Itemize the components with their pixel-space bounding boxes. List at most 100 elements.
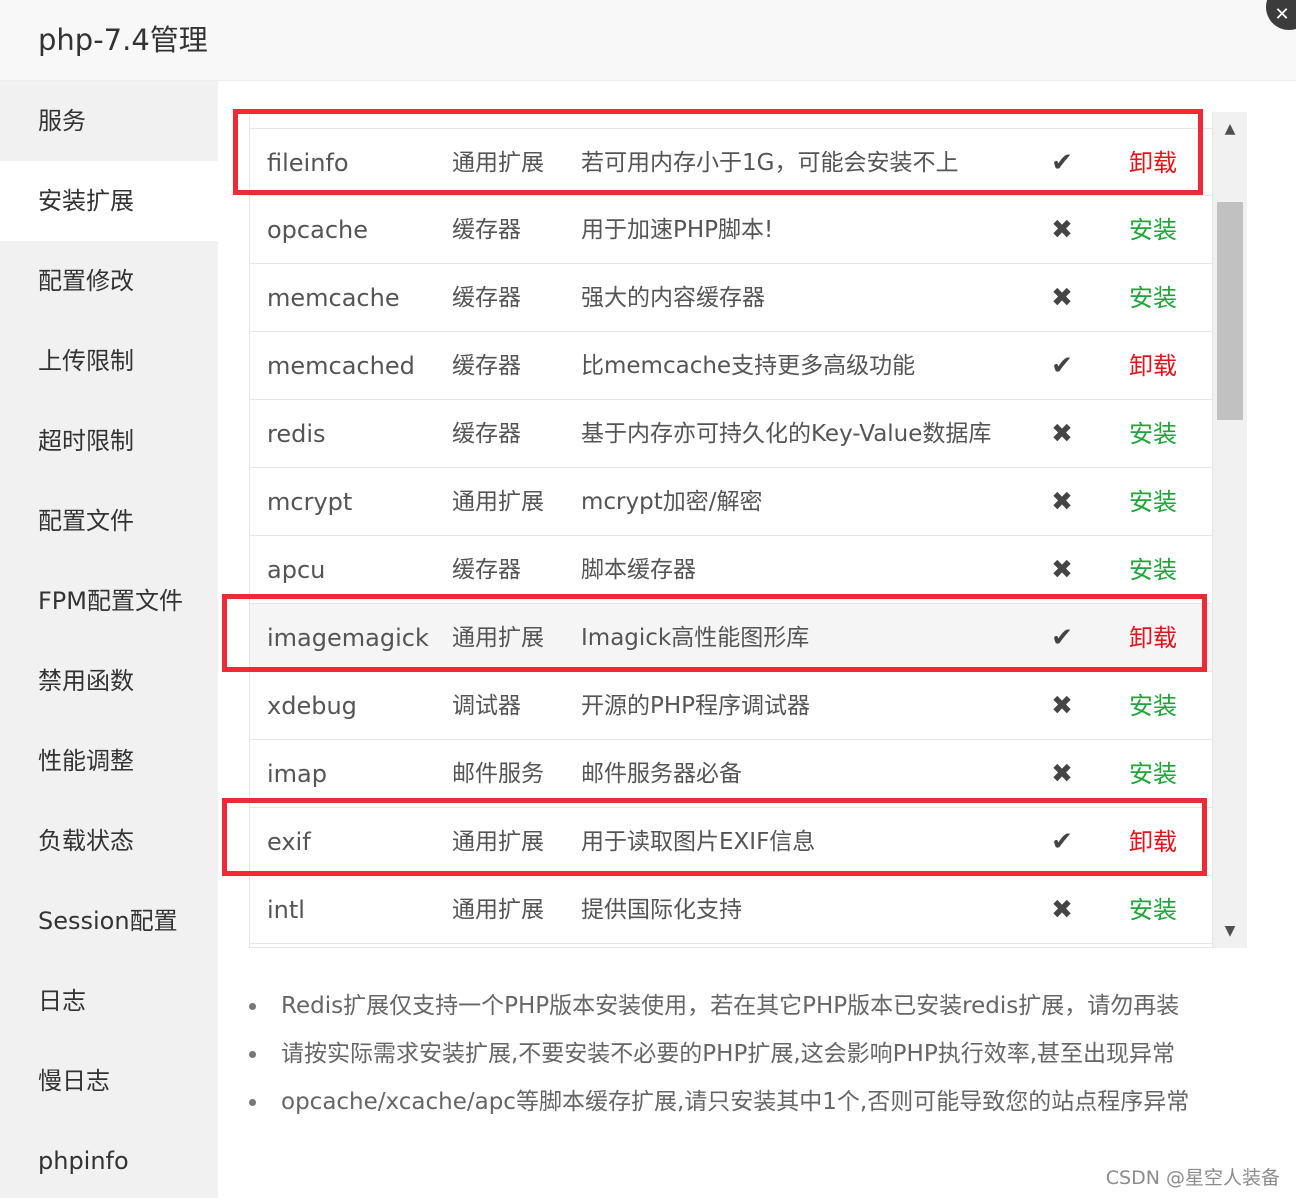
table-row: redis 缓存器 基于内存亦可持久化的Key-Value数据库 ✖ 安装 xyxy=(250,400,1212,468)
note-item: opcache/xcache/apc等脚本缓存扩展,请只安装其中1个,否则可能导… xyxy=(244,1078,1189,1126)
extension-name: apcu xyxy=(267,556,326,584)
cross-icon: ✖ xyxy=(1051,895,1073,925)
check-icon: ✔ xyxy=(1051,827,1073,857)
check-icon: ✔ xyxy=(1051,623,1073,653)
bullet-icon xyxy=(249,1003,256,1010)
install-button[interactable]: 安装 xyxy=(1129,876,1177,944)
sidebar-item[interactable]: 超时限制 xyxy=(0,401,218,481)
sidebar-item[interactable]: 配置修改 xyxy=(0,241,218,321)
cross-icon: ✖ xyxy=(1051,555,1073,585)
note-text: opcache/xcache/apc等脚本缓存扩展,请只安装其中1个,否则可能导… xyxy=(281,1089,1190,1115)
watermark: CSDN @星空人装备 xyxy=(1105,1167,1280,1189)
extension-name: mcrypt xyxy=(267,488,353,516)
extension-name: exif xyxy=(267,828,311,856)
table-row: memcached 缓存器 比memcache支持更多高级功能 ✔ 卸载 xyxy=(250,332,1212,400)
dialog-title: php-7.4管理 xyxy=(38,23,208,57)
sidebar-item[interactable]: 性能调整 xyxy=(0,721,218,801)
cross-icon: ✖ xyxy=(1051,419,1073,449)
extension-name: imagemagick xyxy=(267,624,429,652)
uninstall-button[interactable]: 卸载 xyxy=(1129,604,1177,672)
uninstall-button[interactable]: 卸载 xyxy=(1129,808,1177,876)
extension-type: 缓存器 xyxy=(452,217,521,243)
extension-type: 通用扩展 xyxy=(452,489,544,515)
note-text: 请按实际需求安装扩展,不要安装不必要的PHP扩展,这会影响PHP执行效率,甚至出… xyxy=(281,1041,1176,1067)
cross-icon: ✖ xyxy=(1051,759,1073,789)
sidebar-item[interactable]: 安装扩展 xyxy=(0,161,218,241)
extension-type: 调试器 xyxy=(452,693,521,719)
extension-description: mcrypt加密/解密 xyxy=(581,489,763,515)
extensions-table: fileinfo 通用扩展 若可用内存小于1G，可能会安装不上 ✔ 卸载 opcache 缓… xyxy=(249,112,1213,948)
extension-description: 基于内存亦可持久化的Key-Value数据库 xyxy=(581,421,992,447)
table-row: xdebug 调试器 开源的PHP程序调试器 ✖ 安装 xyxy=(250,672,1212,740)
extension-description: 邮件服务器必备 xyxy=(581,761,742,787)
bullet-icon xyxy=(249,1099,256,1106)
cross-icon: ✖ xyxy=(1051,215,1073,245)
table-row: intl 通用扩展 提供国际化支持 ✖ 安装 xyxy=(250,876,1212,944)
extension-description: 比memcache支持更多高级功能 xyxy=(581,353,916,379)
cross-icon: ✖ xyxy=(1051,691,1073,721)
scroll-down-arrow-icon[interactable]: ▼ xyxy=(1213,914,1247,948)
bullet-icon xyxy=(249,1051,256,1058)
extension-name: imap xyxy=(267,760,327,788)
extension-description: 提供国际化支持 xyxy=(581,897,742,923)
extension-type: 缓存器 xyxy=(452,421,521,447)
table-row: imagemagick 通用扩展 Imagick高性能图形库 ✔ 卸载 xyxy=(250,604,1212,672)
uninstall-button[interactable]: 卸载 xyxy=(1129,332,1177,400)
extension-description: 用于读取图片EXIF信息 xyxy=(581,829,816,855)
install-button[interactable]: 安装 xyxy=(1129,468,1177,536)
install-button[interactable]: 安装 xyxy=(1129,536,1177,604)
install-button[interactable]: 安装 xyxy=(1129,740,1177,808)
scroll-up-arrow-icon[interactable]: ▲ xyxy=(1213,112,1247,146)
extension-type: 缓存器 xyxy=(452,557,521,583)
sidebar-item[interactable]: 服务 xyxy=(0,81,218,161)
extension-type: 缓存器 xyxy=(452,353,521,379)
extension-name: redis xyxy=(267,420,326,448)
table-row: memcache 缓存器 强大的内容缓存器 ✖ 安装 xyxy=(250,264,1212,332)
table-row: fileinfo 通用扩展 若可用内存小于1G，可能会安装不上 ✔ 卸载 xyxy=(250,128,1212,197)
extension-type: 通用扩展 xyxy=(452,625,544,651)
sidebar-item[interactable]: 慢日志 xyxy=(0,1041,218,1121)
extension-type: 通用扩展 xyxy=(452,150,544,176)
extension-type: 通用扩展 xyxy=(452,897,544,923)
check-icon: ✔ xyxy=(1051,148,1073,178)
extension-type: 通用扩展 xyxy=(452,829,544,855)
install-button[interactable]: 安装 xyxy=(1129,672,1177,740)
sidebar-item[interactable]: 禁用函数 xyxy=(0,641,218,721)
sidebar-item[interactable]: 日志 xyxy=(0,961,218,1041)
extension-type: 缓存器 xyxy=(452,285,521,311)
table-row: imap 邮件服务 邮件服务器必备 ✖ 安装 xyxy=(250,740,1212,808)
install-button[interactable]: 安装 xyxy=(1129,196,1177,264)
extension-description: 开源的PHP程序调试器 xyxy=(581,693,811,719)
extension-type: 邮件服务 xyxy=(452,761,544,787)
note-item: Redis扩展仅支持一个PHP版本安装使用，若在其它PHP版本已安装redis扩… xyxy=(244,982,1189,1030)
sidebar-item[interactable]: Session配置 xyxy=(0,881,218,961)
sidebar-item[interactable]: 配置文件 xyxy=(0,481,218,561)
sidebar: 服务 安装扩展 配置修改 上传限制 超时限制 配置文件 FPM配置文件 禁用函数 性能调整 负载状… xyxy=(0,81,218,1198)
table-row: apcu 缓存器 脚本缓存器 ✖ 安装 xyxy=(250,536,1212,604)
extension-name: fileinfo xyxy=(267,149,349,177)
sidebar-item[interactable]: FPM配置文件 xyxy=(0,561,218,641)
note-item: 请按实际需求安装扩展,不要安装不必要的PHP扩展,这会影响PHP执行效率,甚至出… xyxy=(244,1030,1189,1078)
extension-description: 强大的内容缓存器 xyxy=(581,285,765,311)
notes-list: Redis扩展仅支持一个PHP版本安装使用，若在其它PHP版本已安装redis扩… xyxy=(244,982,1189,1126)
sidebar-item[interactable]: phpinfo xyxy=(0,1121,218,1201)
extension-name: xdebug xyxy=(267,692,357,720)
extension-description: 脚本缓存器 xyxy=(581,557,696,583)
table-row: mcrypt 通用扩展 mcrypt加密/解密 ✖ 安装 xyxy=(250,468,1212,536)
note-text: Redis扩展仅支持一个PHP版本安装使用，若在其它PHP版本已安装redis扩… xyxy=(281,993,1180,1019)
install-button[interactable]: 安装 xyxy=(1129,264,1177,332)
extension-name: memcache xyxy=(267,284,400,312)
sidebar-item[interactable]: 负载状态 xyxy=(0,801,218,881)
extension-description: 若可用内存小于1G，可能会安装不上 xyxy=(581,150,959,176)
extension-name: intl xyxy=(267,896,305,924)
uninstall-button[interactable]: 卸载 xyxy=(1129,129,1177,197)
scroll-thumb[interactable] xyxy=(1217,202,1243,420)
install-button[interactable]: 安装 xyxy=(1129,400,1177,468)
cross-icon: ✖ xyxy=(1051,487,1073,517)
table-row: opcache 缓存器 用于加速PHP脚本! ✖ 安装 xyxy=(250,196,1212,264)
table-scrollbar[interactable]: ▲ ▼ xyxy=(1213,112,1247,948)
cross-icon: ✖ xyxy=(1051,283,1073,313)
sidebar-item[interactable]: 上传限制 xyxy=(0,321,218,401)
table-row: exif 通用扩展 用于读取图片EXIF信息 ✔ 卸载 xyxy=(250,808,1212,876)
extension-description: Imagick高性能图形库 xyxy=(581,625,810,651)
